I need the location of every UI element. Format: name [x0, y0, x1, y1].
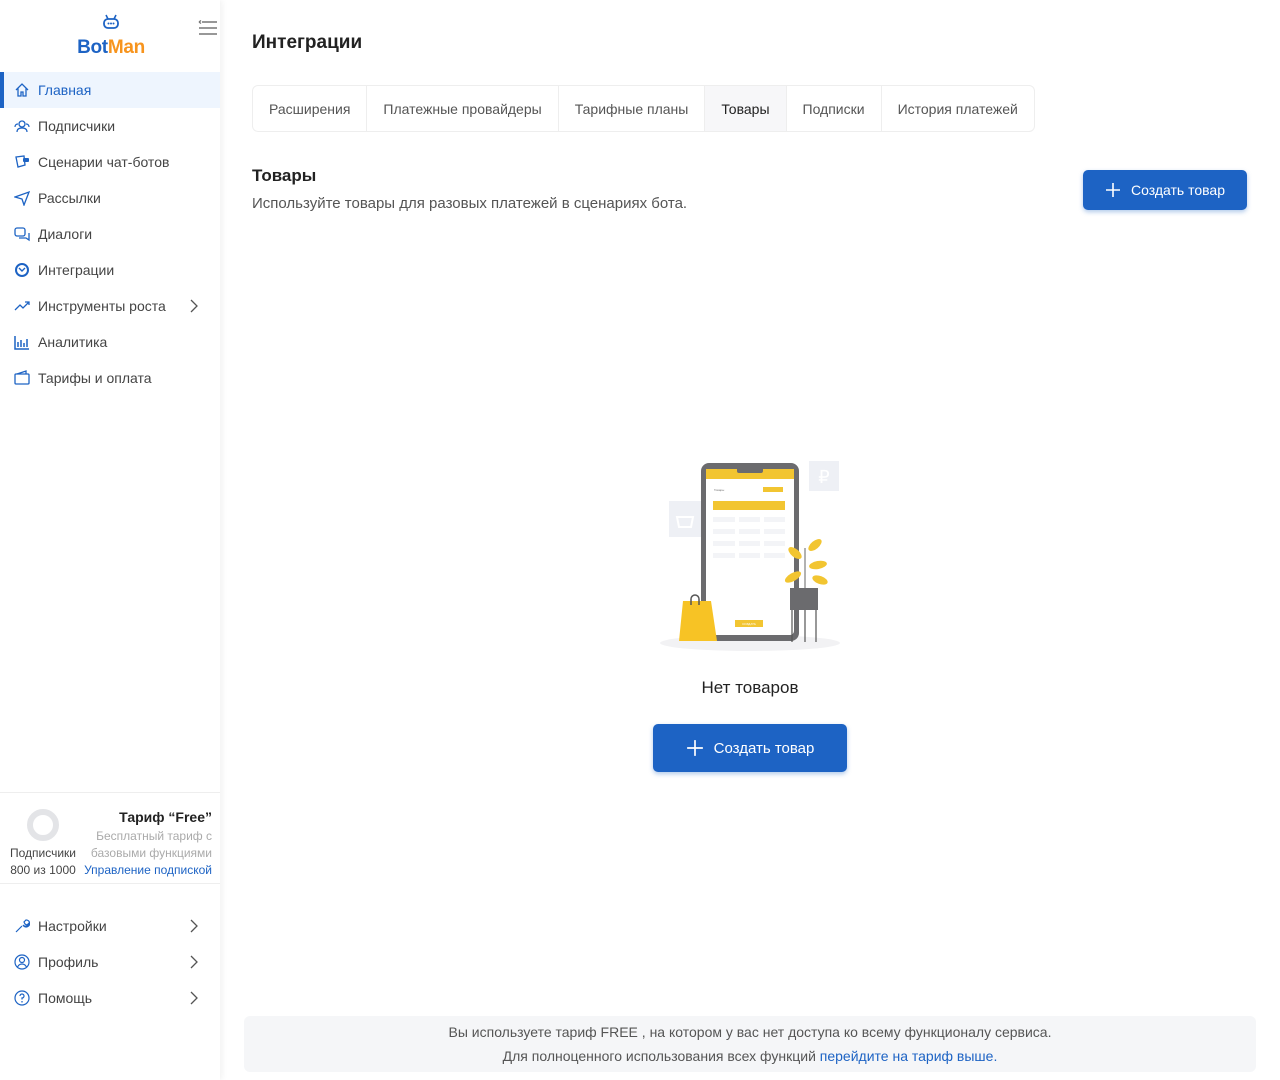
tab-subscriptions[interactable]: Подписки [787, 86, 882, 131]
tab-products[interactable]: Товары [705, 86, 787, 131]
sidebar-item-label: Подписчики [38, 118, 116, 134]
tab-payment-providers[interactable]: Платежные провайдеры [367, 86, 559, 131]
sidebar-item-label: Сценарии чат-ботов [38, 154, 170, 170]
wrench-icon [15, 919, 30, 933]
sidebar-item-label: Инструменты роста [38, 298, 166, 314]
chat-icon [14, 227, 30, 242]
svg-text:₽: ₽ [818, 467, 829, 487]
sidebar-item-label: Настройки [38, 918, 107, 934]
sidebar-bottom-nav: Настройки Профиль Помощь [0, 908, 220, 1016]
sidebar-item-help[interactable]: Помощь [0, 980, 220, 1016]
help-circle-icon [14, 990, 30, 1006]
subscribers-progress-ring [27, 809, 59, 841]
chevron-right-icon [190, 955, 198, 969]
sidebar-item-chatbots[interactable]: Сценарии чат-ботов [0, 144, 220, 180]
sidebar-item-label: Диалоги [38, 226, 93, 242]
chevron-right-icon [190, 919, 198, 933]
plus-icon [686, 740, 703, 756]
sidebar-item-label: Главная [38, 82, 92, 98]
sidebar-item-analytics[interactable]: Аналитика [0, 324, 220, 360]
sidebar-item-subscribers[interactable]: Подписчики [0, 108, 220, 144]
trend-up-icon [14, 301, 30, 311]
sidebar-item-label: Интеграции [38, 262, 115, 278]
logo-man: Man [107, 37, 145, 58]
sidebar-item-broadcasts[interactable]: Рассылки [0, 180, 220, 216]
create-product-button[interactable]: Создать товар [1083, 170, 1247, 210]
users-icon [14, 120, 30, 133]
sidebar-item-label: Рассылки [38, 190, 101, 206]
banner-line1: Вы используете тариф FREE , на котором у… [448, 1024, 1052, 1040]
subscribers-count: 800 из 1000 [10, 863, 76, 877]
section-description: Используйте товары для разовых платежей … [252, 195, 688, 212]
chevron-right-icon [190, 299, 198, 313]
bar-chart-icon [14, 336, 29, 350]
home-icon [15, 83, 29, 97]
tab-payment-history[interactable]: История платежей [882, 86, 1034, 131]
plan-widget: Подписчики 800 из 1000 Тариф “Free” Беспл… [0, 792, 220, 884]
free-plan-banner: Вы используете тариф FREE , на котором у… [244, 1016, 1256, 1072]
integrations-tabs: Расширения Платежные провайдеры Тарифные… [252, 85, 1035, 132]
bot-icon [103, 14, 119, 29]
sidebar-item-integrations[interactable]: Интеграции [0, 252, 220, 288]
integrations-icon [15, 263, 29, 277]
page-title: Интеграции [252, 32, 363, 53]
empty-state-text: Нет товаров [701, 678, 799, 697]
section-title: Товары [252, 166, 317, 185]
sidebar: BotMan Главная Подписчики Сценарии чат-б… [0, 0, 220, 1080]
send-icon [14, 190, 30, 206]
empty-products-illustration: ₽ Товары СОЗДАТЬ [660, 461, 840, 651]
sidebar-item-label: Помощь [38, 990, 93, 1006]
chevron-right-icon [190, 991, 198, 1005]
create-product-button-empty[interactable]: Создать товар [653, 724, 847, 772]
tab-extensions[interactable]: Расширения [253, 86, 368, 131]
logo[interactable]: BotMan [75, 14, 147, 59]
banner-line2: Для полноценного использования всех функ… [502, 1048, 816, 1064]
upgrade-plan-link[interactable]: перейдите на тариф выше. [820, 1048, 998, 1064]
manage-subscription-link[interactable]: Управление подпиской [84, 862, 212, 879]
sidebar-item-label: Профиль [38, 954, 99, 970]
tab-tariff-plans[interactable]: Тарифные планы [559, 86, 706, 131]
illustration-screen-button: СОЗДАТЬ [742, 622, 756, 626]
logo-bot: Bot [77, 37, 108, 58]
create-product-label: Создать товар [713, 739, 815, 757]
sidebar-item-profile[interactable]: Профиль [0, 944, 220, 980]
subscribers-label: Подписчики [9, 846, 76, 860]
plan-desc: Бесплатный тариф с [96, 829, 212, 843]
create-product-label: Создать товар [1131, 182, 1225, 198]
sidebar-item-label: Тарифы и оплата [38, 370, 152, 386]
plan-desc: базовыми функциями [90, 846, 212, 860]
sidebar-item-settings[interactable]: Настройки [0, 908, 220, 944]
plan-title: Тариф “Free” [119, 809, 212, 825]
collapse-menu-icon[interactable] [198, 20, 218, 36]
sidebar-item-billing[interactable]: Тарифы и оплата [0, 360, 220, 396]
sidebar-item-label: Аналитика [38, 334, 108, 350]
plus-icon [1106, 183, 1120, 197]
user-circle-icon [14, 954, 30, 970]
sidebar-item-dialogs[interactable]: Диалоги [0, 216, 220, 252]
wallet-icon [14, 370, 30, 385]
sidebar-nav: Главная Подписчики Сценарии чат-ботов Ра… [0, 72, 220, 396]
illustration-screen-title: Товары [714, 488, 724, 492]
chatbot-scenario-icon [15, 155, 29, 168]
sidebar-item-home[interactable]: Главная [0, 72, 220, 108]
sidebar-item-growth-tools[interactable]: Инструменты роста [0, 288, 220, 324]
